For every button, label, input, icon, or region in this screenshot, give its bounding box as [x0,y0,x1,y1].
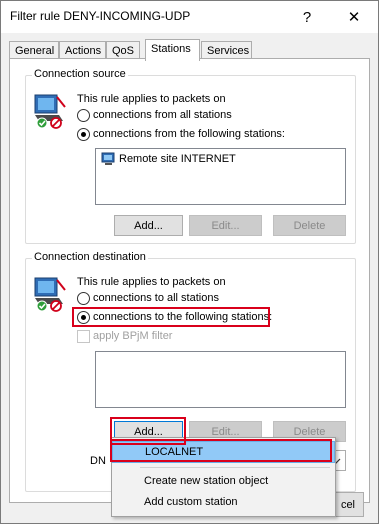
menu-separator [140,467,330,468]
help-button[interactable]: ? [285,1,329,33]
menu-item-add-custom-station[interactable]: Add custom station [112,492,335,514]
remote-site-icon [101,152,115,165]
add-station-menu: LOCALNET Create new station object Add c… [111,437,336,517]
tab-stations[interactable]: Stations [145,39,200,61]
destination-following-label[interactable]: connections to the following stations: [93,311,272,323]
close-button[interactable]: ✕ [332,1,376,33]
destination-following-radio[interactable] [77,311,90,324]
menu-item-localnet[interactable]: LOCALNET [112,441,335,463]
filter-rule-dialog: Filter rule DENY-INCOMING-UDP ? ✕ Genera… [0,0,379,524]
source-edit-button[interactable]: Edit... [189,215,262,236]
source-station-label: Remote site INTERNET [119,153,236,165]
connection-source-group: Connection source This rule applies to p… [25,68,356,244]
source-following-label[interactable]: connections from the following stations: [93,128,285,140]
connection-destination-title: Connection destination [32,251,148,263]
bpjm-checkbox[interactable] [77,330,90,343]
source-all-label[interactable]: connections from all stations [93,109,232,121]
menu-item-create-station[interactable]: Create new station object [112,471,335,493]
source-stations-list[interactable]: Remote site INTERNET [95,148,346,205]
network-rule-icon [34,277,66,312]
connection-source-title: Connection source [32,68,128,80]
source-all-radio[interactable] [77,109,90,122]
destination-all-label[interactable]: connections to all stations [93,292,219,304]
source-delete-button[interactable]: Delete [273,215,346,236]
network-rule-icon [34,94,66,129]
close-icon: ✕ [347,9,361,26]
source-add-button[interactable]: Add... [114,215,183,236]
source-intro-text: This rule applies to packets on [77,93,226,105]
source-following-radio[interactable] [77,128,90,141]
title-bar: Filter rule DENY-INCOMING-UDP ? ✕ [1,1,378,33]
help-icon: ? [302,8,312,26]
destination-intro-text: This rule applies to packets on [77,276,226,288]
destination-all-radio[interactable] [77,292,90,305]
window-title: Filter rule DENY-INCOMING-UDP [10,9,191,23]
bpjm-label: apply BPjM filter [93,330,173,342]
dns-filter-label: DN [90,455,106,467]
destination-stations-list[interactable] [95,351,346,408]
